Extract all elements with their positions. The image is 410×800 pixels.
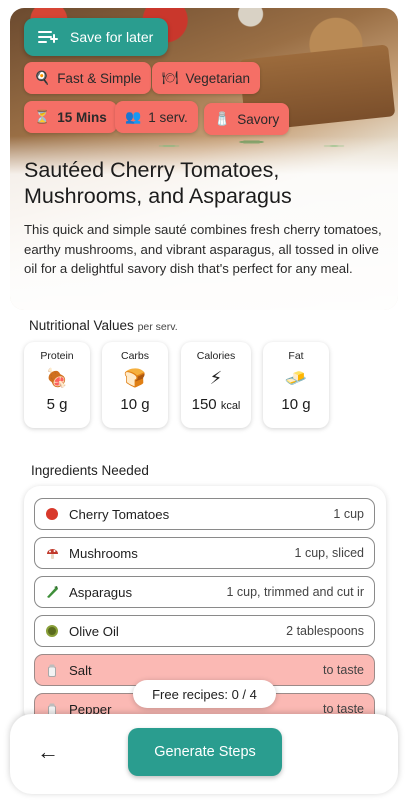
chip-label: Fast & Simple: [57, 70, 142, 86]
free-recipes-counter: Free recipes: 0 / 4: [133, 680, 276, 708]
bread-icon: 🍞: [123, 368, 147, 388]
chip-label: 1 serv.: [148, 109, 188, 125]
ingredient-row[interactable]: Olive Oil 2 tablespoons: [34, 615, 375, 647]
plate-icon: 🍽: [162, 70, 179, 85]
chip-savory: 🧂 Savory: [204, 103, 290, 135]
salt-shaker-icon: 🧂: [214, 111, 231, 126]
nutrition-label: Fat: [288, 350, 304, 362]
olive-icon: [45, 624, 59, 638]
bottom-action-bar: ← Generate Steps: [10, 714, 398, 794]
chip-vegetarian: 🍽 Vegetarian: [152, 62, 261, 94]
nutrition-heading: Nutritional Values per serv.: [29, 318, 178, 333]
ingredient-row[interactable]: Asparagus 1 cup, trimmed and cut ir: [34, 576, 375, 608]
recipe-title: Sautéed Cherry Tomatoes, Mushrooms, and …: [24, 158, 292, 208]
generate-steps-button[interactable]: Generate Steps: [128, 728, 282, 776]
ingredient-row[interactable]: Cherry Tomatoes 1 cup: [34, 498, 375, 530]
nutrition-card-calories: Calories ⚡ 150 kcal: [181, 342, 251, 428]
nutrition-per-label: per serv.: [137, 321, 178, 333]
save-for-later-label: Save for later: [70, 29, 154, 45]
lightning-icon: ⚡: [209, 368, 223, 388]
chip-time: ⏳ 15 Mins: [24, 101, 117, 133]
meat-icon: 🍖: [45, 368, 69, 388]
playlist-add-icon: [38, 30, 58, 44]
back-arrow-icon[interactable]: ←: [34, 738, 62, 766]
chip-label: 15 Mins: [57, 109, 107, 125]
nutrition-value: 10 g: [120, 396, 150, 413]
asparagus-icon: [45, 585, 59, 599]
recipe-description: This quick and simple sauté combines fre…: [24, 222, 382, 276]
nutrition-label: Protein: [40, 350, 74, 362]
chip-fast-simple: 🍳 Fast & Simple: [24, 62, 152, 94]
nutrition-unit: kcal: [220, 400, 241, 412]
people-icon: 👥: [125, 109, 142, 124]
nutrition-label: Calories: [196, 350, 236, 362]
pan-icon: 🍳: [34, 70, 51, 85]
salt-icon: [45, 663, 59, 677]
nutrition-heading-label: Nutritional Values: [29, 318, 134, 333]
nutrition-label: Carbs: [120, 350, 149, 362]
nutrition-value: 5 g: [46, 396, 68, 413]
save-for-later-button[interactable]: Save for later: [24, 18, 168, 56]
nutrition-card-carbs: Carbs 🍞 10 g: [102, 342, 168, 428]
nutrition-card-fat: Fat 🧈 10 g: [263, 342, 329, 428]
nutrition-card-protein: Protein 🍖 5 g: [24, 342, 90, 428]
nutrition-value: 150 kcal: [191, 396, 241, 413]
nutrition-value: 10 g: [281, 396, 311, 413]
butter-icon: 🧈: [284, 368, 308, 388]
tomato-icon: [45, 507, 59, 521]
hourglass-icon: ⏳: [34, 109, 51, 124]
mushroom-icon: [45, 546, 59, 560]
chip-servings: 👥 1 serv.: [115, 101, 198, 133]
chip-label: Vegetarian: [185, 70, 251, 86]
chip-label: Savory: [237, 111, 280, 127]
ingredients-heading: Ingredients Needed: [31, 463, 149, 478]
ingredient-row[interactable]: Mushrooms 1 cup, sliced: [34, 537, 375, 569]
